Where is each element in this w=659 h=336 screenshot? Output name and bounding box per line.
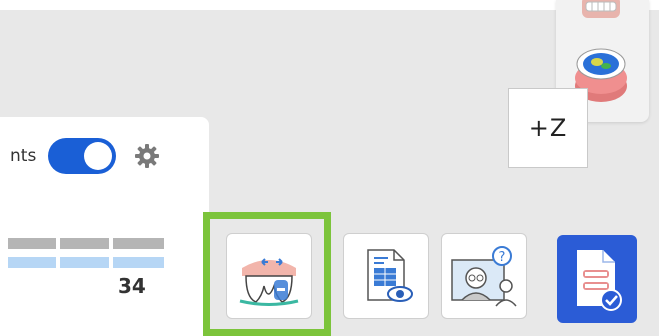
complete-case-tool-button[interactable] bbox=[557, 235, 637, 323]
panel-value: 34 bbox=[118, 274, 146, 298]
toggle-knob bbox=[84, 142, 112, 170]
axis-label: +Z bbox=[528, 114, 568, 142]
blue-bar-segment bbox=[60, 257, 109, 268]
gray-bar-segment bbox=[113, 238, 164, 249]
tooth-edit-icon bbox=[239, 258, 299, 306]
consult-tool-button[interactable]: ? bbox=[441, 233, 527, 319]
gray-bar-segment bbox=[8, 238, 56, 249]
axis-z-button[interactable]: +Z bbox=[508, 88, 588, 168]
tooth-edit-tool-button[interactable] bbox=[226, 233, 312, 319]
toggle-label: nts bbox=[10, 146, 37, 166]
consult-icon: ? bbox=[451, 246, 517, 307]
svg-text:?: ? bbox=[499, 250, 506, 265]
jaw-view-thumbnail-icon[interactable] bbox=[570, 0, 632, 26]
report-view-tool-button[interactable] bbox=[343, 233, 429, 319]
toggle-switch[interactable] bbox=[48, 138, 116, 174]
blue-bar-segment bbox=[113, 257, 164, 268]
blue-bar-segment bbox=[8, 257, 56, 268]
gear-icon[interactable] bbox=[134, 143, 160, 169]
document-check-icon bbox=[577, 250, 622, 311]
document-view-icon bbox=[367, 249, 413, 302]
gray-bar-segment bbox=[60, 238, 109, 249]
